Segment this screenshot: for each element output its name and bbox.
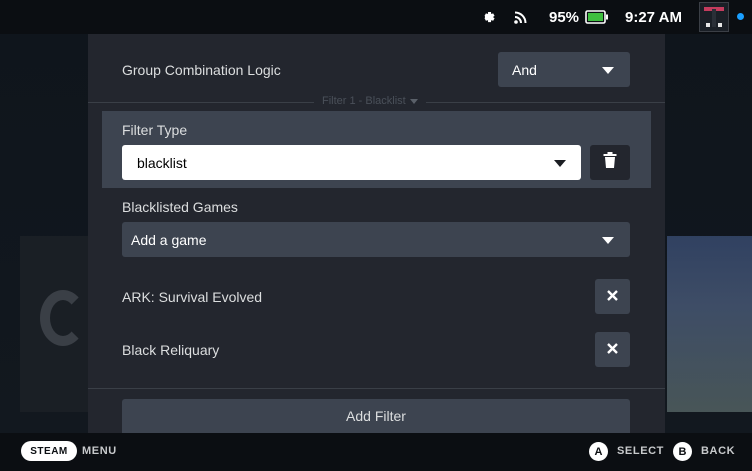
group-combination-logic-dropdown[interactable]: And — [498, 52, 630, 87]
add-filter-label: Add Filter — [346, 408, 406, 424]
trash-icon — [603, 152, 617, 173]
battery-icon — [585, 0, 609, 34]
wifi-icon — [513, 0, 529, 34]
a-button-icon[interactable]: A — [589, 442, 608, 461]
bottom-divider — [88, 388, 665, 389]
group-combination-logic-value: And — [512, 61, 537, 78]
clock: 9:27 AM — [625, 8, 682, 26]
filter-section-title: Filter 1 - Blacklist — [322, 95, 406, 107]
add-filter-button[interactable]: Add Filter — [122, 399, 630, 433]
b-button-glyph: B — [678, 445, 687, 458]
add-game-placeholder: Add a game — [131, 231, 207, 248]
background-logo-shape — [40, 290, 86, 346]
remove-game-button[interactable] — [595, 279, 630, 314]
remove-game-button[interactable] — [595, 332, 630, 367]
chevron-down-icon — [602, 236, 614, 244]
avatar[interactable] — [699, 2, 729, 32]
collapse-caret-icon — [409, 98, 418, 104]
chevron-down-icon — [554, 159, 566, 167]
filter-type-dropdown[interactable]: blacklist — [122, 145, 581, 180]
close-icon — [607, 341, 618, 359]
filter-type-label: Filter Type — [122, 122, 188, 138]
chevron-down-icon — [602, 66, 614, 74]
blacklisted-game-name: Black Reliquary — [122, 342, 220, 358]
blacklisted-games-label: Blacklisted Games — [122, 199, 238, 215]
steam-deck-screen: 95% 9:27 AM Group Combination Logic And … — [0, 0, 752, 471]
a-button-glyph: A — [594, 445, 603, 458]
battery-percent: 95% — [549, 8, 580, 26]
filter-section-header[interactable]: Filter 1 - Blacklist — [314, 95, 426, 107]
b-button-icon[interactable]: B — [673, 442, 692, 461]
blacklisted-game-name: ARK: Survival Evolved — [122, 289, 263, 305]
steam-button[interactable]: STEAM — [21, 441, 77, 461]
select-label: SELECT — [617, 445, 664, 457]
back-label: BACK — [701, 445, 736, 457]
close-icon — [607, 288, 618, 306]
delete-filter-button[interactable] — [590, 145, 630, 180]
background-game-art-right — [667, 236, 752, 412]
add-game-dropdown[interactable]: Add a game — [122, 222, 630, 257]
notification-dot — [737, 13, 744, 20]
gear-icon[interactable] — [480, 0, 498, 34]
steam-button-label: STEAM — [30, 445, 68, 457]
filter-type-value: blacklist — [137, 154, 187, 171]
group-combination-logic-label: Group Combination Logic — [122, 62, 281, 78]
menu-label: MENU — [82, 445, 117, 457]
